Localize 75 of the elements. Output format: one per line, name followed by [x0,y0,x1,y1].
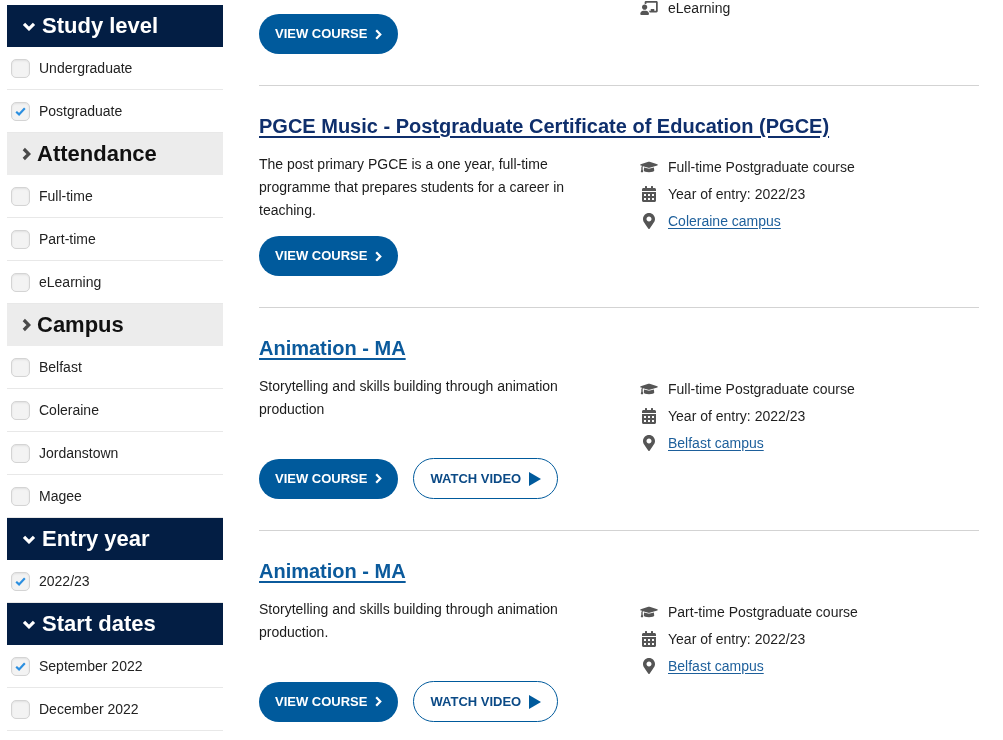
option-label: September 2022 [39,656,143,676]
view-course-button[interactable]: VIEW COURSE [259,681,399,722]
chevron-down-icon [22,21,36,31]
chevron-right-icon [375,28,383,40]
course-detail: Year of entry: 2022/23 [668,407,806,424]
option-label: Magee [39,486,82,506]
course-title-link[interactable]: Animation - MA [259,557,406,585]
option-label: eLearning [39,272,102,292]
view-course-button[interactable]: VIEW COURSE [259,458,399,499]
chevron-right-icon [375,696,383,707]
checkbox[interactable] [11,571,30,591]
play-icon [529,694,542,709]
checkbox[interactable] [11,486,30,506]
graduation-cap-icon [640,604,658,619]
filter-heading[interactable]: Study level [7,5,223,47]
campus-link[interactable]: Belfast campus [668,656,764,675]
chevron-right-icon [22,147,31,161]
option-label: December 2022 [39,699,139,719]
filter-heading[interactable]: Entry year [7,518,223,560]
option-label: Full-time [39,186,93,206]
course-detail: Year of entry: 2022/23 [668,185,806,202]
option-label: Jordanstown [39,443,119,463]
watch-video-button[interactable]: WATCH VIDEO [413,681,559,722]
course-detail: Full-time Postgraduate course [668,380,855,397]
calendar-icon [642,407,656,424]
option-label: Part-time [39,229,96,249]
chevron-right-icon [22,318,31,332]
map-pin-icon [643,212,655,229]
graduation-cap-icon [640,159,658,174]
checkbox[interactable] [11,58,30,78]
check-icon [15,661,26,671]
option-label: Coleraine [39,400,99,420]
filter-heading[interactable]: Start dates [7,603,223,645]
person-board-icon [640,1,658,15]
course-detail: Full-time Postgraduate course [668,158,855,175]
campus-link[interactable]: Belfast campus [668,433,764,452]
chevron-right-icon [375,473,383,484]
checkbox[interactable] [11,186,30,206]
graduation-cap-icon [640,381,658,396]
filter-heading[interactable]: Attendance [7,133,223,175]
checkbox[interactable] [11,656,30,676]
check-icon [15,576,26,586]
option-label: Undergraduate [39,58,133,78]
checkbox[interactable] [11,699,30,719]
chevron-down-icon [22,534,36,544]
view-course-button[interactable]: VIEW COURSE [259,236,399,276]
course-title-link[interactable]: PGCE Music - Postgraduate Certificate of Education (PGCE) [259,112,830,140]
checkbox[interactable] [11,357,30,377]
checkbox[interactable] [11,101,30,121]
chevron-down-icon [22,619,36,629]
calendar-icon [642,630,656,647]
watch-video-button[interactable]: WATCH VIDEO [413,458,559,499]
checkbox[interactable] [11,400,30,420]
option-label: 2022/23 [39,571,90,591]
course-detail: Year of entry: 2022/23 [668,630,806,647]
course-description: The post primary PGCE is a one year, full-time programme that prepares students for a career in teaching. [259,155,566,220]
campus-link[interactable]: Coleraine campus [668,211,781,230]
course-description: Storytelling and skills building through animation production. [259,600,559,642]
map-pin-icon [643,434,655,451]
course-detail: Part-time Postgraduate course [668,603,858,620]
map-pin-icon [643,657,655,674]
course-description: Storytelling and skills building through animation production [259,377,559,419]
check-icon [15,106,26,116]
course-detail: eLearning [668,0,731,16]
play-icon [529,471,542,486]
view-course-button[interactable]: VIEW COURSE [259,14,399,54]
checkbox[interactable] [11,229,30,249]
checkbox[interactable] [11,272,30,292]
checkbox[interactable] [11,443,30,463]
option-label: Postgraduate [39,101,123,121]
option-label: Belfast [39,357,82,377]
course-title-link[interactable]: Animation - MA [259,334,406,362]
filter-heading[interactable]: Campus [7,304,223,346]
chevron-right-icon [375,250,383,262]
calendar-icon [642,185,656,202]
